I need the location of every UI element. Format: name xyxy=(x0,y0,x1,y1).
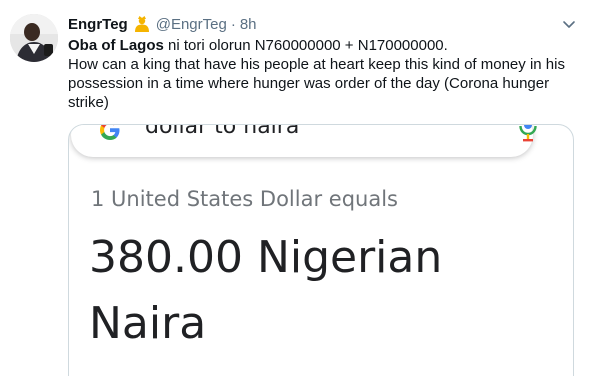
tweet-text: Oba of Lagos ni tori olorun N760000000 +… xyxy=(68,36,578,112)
tweet-header: EngrTeg @EngrTeg · 8h xyxy=(68,14,257,34)
conversion-subtitle: 1 United States Dollar equals xyxy=(91,187,398,211)
crown-icon xyxy=(132,15,152,33)
handle[interactable]: @EngrTeg xyxy=(156,16,227,33)
search-bar: dollar to naira xyxy=(71,124,537,157)
display-name[interactable]: EngrTeg xyxy=(68,16,128,33)
tweet-media-image[interactable]: dollar to naira 1 United States Dollar e… xyxy=(68,124,574,376)
tweet-first-line-rest: ni tori olorun N760000000 + N170000000. xyxy=(163,37,448,54)
avatar[interactable] xyxy=(10,14,58,62)
tweet-bold-text: Oba of Lagos xyxy=(68,37,164,54)
microphone-icon xyxy=(517,125,539,143)
conversion-result: 380.00 Nigerian Naira xyxy=(89,232,443,349)
chevron-down-icon[interactable] xyxy=(559,14,579,34)
timestamp[interactable]: 8h xyxy=(240,16,257,33)
google-g-icon xyxy=(95,125,125,145)
tweet-first-line: Oba of Lagos ni tori olorun N760000000 +… xyxy=(68,36,578,55)
search-query-text: dollar to naira xyxy=(145,124,300,139)
tweet-body-text: How can a king that have his people at h… xyxy=(68,56,565,111)
separator-dot: · xyxy=(230,15,236,33)
tweet[interactable]: EngrTeg @EngrTeg · 8h Oba of Lagos ni to… xyxy=(0,0,595,376)
